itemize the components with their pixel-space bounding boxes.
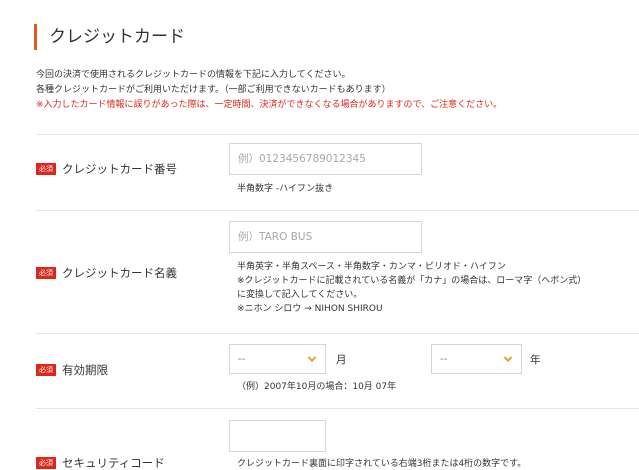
row-divider	[36, 210, 639, 211]
card-number-input[interactable]	[229, 143, 422, 175]
required-badge: 必須	[36, 457, 56, 469]
card-name-note-3: に変換して記入してください。	[237, 290, 363, 300]
required-badge: 必須	[36, 163, 56, 175]
chevron-down-icon	[307, 356, 317, 363]
expiry-year-unit: 年	[530, 354, 541, 366]
page-title: クレジットカード	[34, 24, 185, 50]
expiry-month-unit: 月	[336, 354, 347, 366]
intro-line-1: 今回の決済で使用されるクレジットカードの情報を下記に入力してください。	[36, 70, 351, 80]
card-name-label-text: クレジットカード名義	[62, 266, 177, 280]
security-code-input[interactable]	[229, 420, 326, 452]
row-divider	[36, 333, 639, 334]
row-divider	[36, 408, 639, 409]
row-divider	[36, 134, 639, 135]
card-name-note-2: ※クレジットカードに記載されている名義が「カナ」の場合は、ローマ字（ヘボン式）	[237, 276, 587, 286]
intro-warning: ※入力したカード情報に誤りがあった際は、一定時間、決済ができなくなる場合がありま…	[36, 100, 503, 110]
intro-text: 今回の決済で使用されるクレジットカードの情報を下記に入力してください。 各種クレ…	[36, 68, 502, 113]
security-code-note: クレジットカード裏面に印字されている右端3桁または4桁の数字です。	[237, 459, 527, 469]
expiry-month-select[interactable]: --	[229, 344, 326, 374]
card-name-label: 必須 クレジットカード名義	[36, 265, 177, 281]
card-number-label-text: クレジットカード番号	[62, 162, 177, 176]
security-code-label: 必須 セキュリティコード	[36, 455, 165, 470]
expiry-year-select[interactable]: --	[431, 344, 522, 374]
required-badge: 必須	[36, 267, 56, 279]
expiry-year-value: --	[440, 353, 448, 365]
card-name-note-1: 半角英字・半角スペース・半角数字・カンマ・ピリオド・ハイフン	[237, 262, 506, 272]
security-code-label-text: セキュリティコード	[62, 456, 165, 470]
expiry-month-value: --	[238, 353, 246, 365]
card-number-label: 必須 クレジットカード番号	[36, 161, 177, 177]
expiry-label: 必須 有効期限	[36, 362, 108, 378]
expiry-note: （例）2007年10月の場合：10月 07年	[237, 382, 397, 392]
card-number-note: 半角数字 -ハイフン抜き	[237, 184, 334, 194]
card-name-input[interactable]	[229, 221, 422, 253]
card-name-notes: 半角英字・半角スペース・半角数字・カンマ・ピリオド・ハイフン ※クレジットカード…	[237, 260, 586, 316]
card-name-note-4: ※ニホン シロウ → NIHON SHIROU	[237, 304, 383, 314]
expiry-label-text: 有効期限	[62, 363, 108, 377]
intro-line-2: 各種クレジットカードがご利用いただけます。（一部ご利用できないカードもあります）	[36, 85, 391, 95]
required-badge: 必須	[36, 364, 56, 376]
chevron-down-icon	[503, 356, 513, 363]
